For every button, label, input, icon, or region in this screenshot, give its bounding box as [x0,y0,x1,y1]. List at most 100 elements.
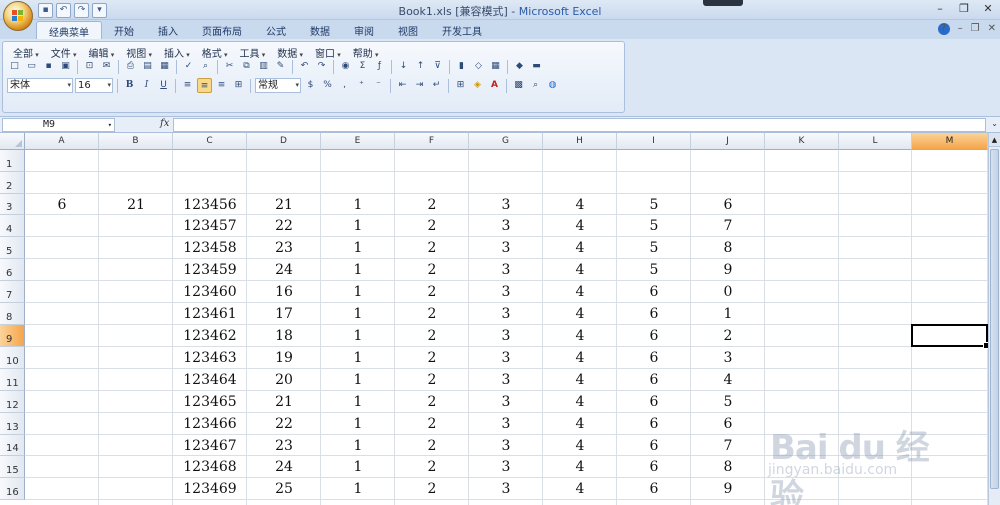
function-icon[interactable]: ƒ [372,59,387,74]
cell-I13[interactable]: 6 [617,416,691,432]
print-icon[interactable]: ⎙ [123,59,138,74]
row-header-9[interactable]: 9 [0,325,25,347]
chevron-down-icon[interactable]: ▾ [108,119,112,131]
cell-H6[interactable]: 4 [543,262,617,278]
new-file-icon[interactable]: □ [7,59,22,74]
cell-F9[interactable]: 2 [395,328,469,344]
cell-E4[interactable]: 1 [321,218,395,234]
redo-toolbar-icon[interactable]: ↷ [314,59,329,74]
row-header-1[interactable]: 1 [0,150,25,172]
cell-I4[interactable]: 5 [617,218,691,234]
copy-icon[interactable]: ⧉ [239,59,254,74]
cell-B3[interactable]: 21 [99,197,173,213]
font-name-combo[interactable]: 宋体 ▾ [7,78,73,93]
cell-E11[interactable]: 1 [321,372,395,388]
underline-button[interactable]: U [156,78,171,93]
save-as-icon[interactable]: ▣ [58,59,73,74]
cell-F5[interactable]: 2 [395,240,469,256]
cell-C12[interactable]: 123465 [173,394,247,410]
cell-H3[interactable]: 4 [543,197,617,213]
help-icon[interactable]: ? [937,23,950,35]
row-header-16[interactable]: 16 [0,478,25,500]
comma-button[interactable]: , [337,78,352,93]
column-header-M[interactable]: M [912,133,988,150]
cell-F10[interactable]: 2 [395,350,469,366]
cell-I3[interactable]: 5 [617,197,691,213]
column-header-H[interactable]: H [543,133,617,150]
research-icon[interactable]: ⌕ [198,59,213,74]
restore-icon[interactable]: ❐ [956,2,972,16]
cell-H15[interactable]: 4 [543,459,617,475]
hyperlink-icon[interactable]: ◉ [338,59,353,74]
cell-I6[interactable]: 5 [617,262,691,278]
cell-D11[interactable]: 20 [247,372,321,388]
cell-G4[interactable]: 3 [469,218,543,234]
cell-G11[interactable]: 3 [469,372,543,388]
cut-icon[interactable]: ✂ [222,59,237,74]
cell-F6[interactable]: 2 [395,262,469,278]
column-header-G[interactable]: G [469,133,543,150]
cell-J7[interactable]: 0 [691,284,765,300]
row-header-2[interactable]: 2 [0,172,25,194]
tab-7[interactable]: 视图 [386,21,430,39]
cell-D14[interactable]: 23 [247,438,321,454]
column-header-B[interactable]: B [99,133,173,150]
italic-button[interactable]: I [139,78,154,93]
row-header-10[interactable]: 10 [0,347,25,369]
cell-D7[interactable]: 16 [247,284,321,300]
column-header-C[interactable]: C [173,133,247,150]
cell-I14[interactable]: 6 [617,438,691,454]
diamond-icon[interactable]: ◆ [512,59,527,74]
cell-C8[interactable]: 123461 [173,306,247,322]
tab-6[interactable]: 审阅 [342,21,386,39]
cell-I16[interactable]: 6 [617,481,691,497]
sort-desc-icon[interactable]: ↑ [413,59,428,74]
row-header-15[interactable]: 15 [0,456,25,478]
cell-D5[interactable]: 23 [247,240,321,256]
active-cell-M9[interactable] [911,324,988,349]
cell-J8[interactable]: 1 [691,306,765,322]
cell-I5[interactable]: 5 [617,240,691,256]
cell-C11[interactable]: 123464 [173,372,247,388]
cell-H5[interactable]: 4 [543,240,617,256]
borders-icon[interactable]: ⊞ [453,78,468,93]
column-header-D[interactable]: D [247,133,321,150]
cell-E14[interactable]: 1 [321,438,395,454]
cell-J12[interactable]: 5 [691,394,765,410]
cell-A3[interactable]: 6 [25,197,99,213]
cell-C14[interactable]: 123467 [173,438,247,454]
office-button[interactable] [3,1,33,31]
cell-D4[interactable]: 22 [247,218,321,234]
cell-H14[interactable]: 4 [543,438,617,454]
cell-J3[interactable]: 6 [691,197,765,213]
formula-input[interactable] [173,118,986,132]
align-left-icon[interactable]: ≡ [180,78,195,93]
print-preview-icon[interactable]: ▤ [140,59,155,74]
decrease-decimal-icon[interactable]: ⁻ [371,78,386,93]
cell-H11[interactable]: 4 [543,372,617,388]
cell-G15[interactable]: 3 [469,459,543,475]
tab-5[interactable]: 数据 [298,21,342,39]
cell-I9[interactable]: 6 [617,328,691,344]
cell-D9[interactable]: 18 [247,328,321,344]
cell-C4[interactable]: 123457 [173,218,247,234]
cell-F7[interactable]: 2 [395,284,469,300]
spelling-icon[interactable]: ✓ [181,59,196,74]
cell-G9[interactable]: 3 [469,328,543,344]
insert-function-icon[interactable]: fx [160,118,169,129]
cell-J6[interactable]: 9 [691,262,765,278]
cell-G13[interactable]: 3 [469,416,543,432]
cell-I15[interactable]: 6 [617,459,691,475]
paste-icon[interactable]: ▥ [256,59,271,74]
cell-H7[interactable]: 4 [543,284,617,300]
row-header-12[interactable]: 12 [0,391,25,413]
zoom-icon[interactable]: ⌕ [528,78,543,93]
cell-E13[interactable]: 1 [321,416,395,432]
tab-1[interactable]: 开始 [102,21,146,39]
cell-G3[interactable]: 3 [469,197,543,213]
grid-icon[interactable]: ▦ [488,59,503,74]
row-header-7[interactable]: 7 [0,281,25,303]
page-setup-icon[interactable]: ▦ [157,59,172,74]
increase-indent-icon[interactable]: ⇥ [412,78,427,93]
styles-icon[interactable]: ▩ [511,78,526,93]
